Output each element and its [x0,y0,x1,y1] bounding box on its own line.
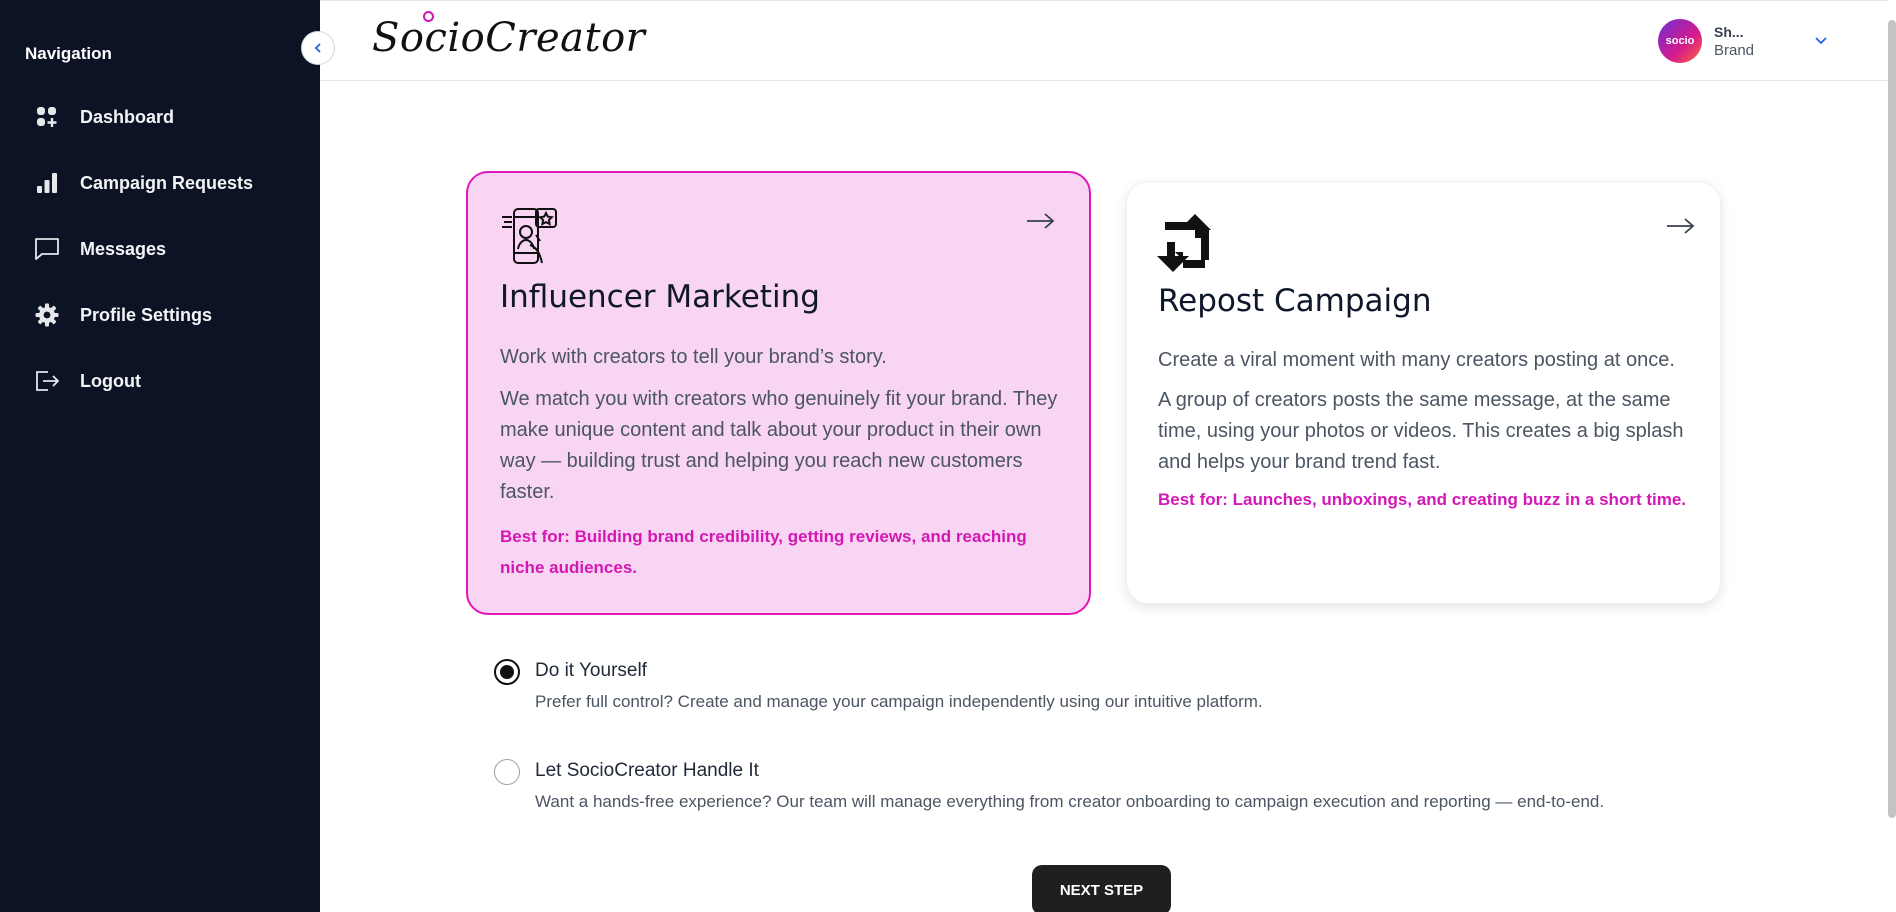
sidebar-collapse-button[interactable] [301,31,335,65]
sidebar-item-dashboard[interactable]: Dashboard [0,84,320,150]
user-info: Sh... Brand [1714,24,1754,59]
sidebar-item-messages[interactable]: Messages [0,216,320,282]
sidebar-item-label: Dashboard [80,106,175,127]
sidebar-item-label: Logout [80,370,141,391]
option-description: Want a hands-free experience? Our team w… [535,792,1605,811]
card-description: We match you with creators who genuinely… [500,388,1058,503]
sidebar-item-logout[interactable]: Logout [0,348,320,414]
radio-do-it-yourself[interactable] [494,659,520,685]
radio-let-sociocreator-handle-it[interactable] [494,759,520,785]
socio-creator-logo[interactable]: SocioCreator [372,15,645,61]
repost-campaign-card[interactable]: Repost Campaign Create a viral moment wi… [1126,181,1721,604]
top-header: SocioCreator socio Sh... Brand [320,0,1888,81]
sidebar-item-campaign-requests[interactable]: Campaign Requests [0,150,320,216]
card-subtitle: Create a viral moment with many creators… [1158,349,1675,371]
user-role: Brand [1714,41,1755,59]
card-title: Repost Campaign [1158,283,1432,319]
option-description: Prefer full control? Create and manage y… [535,692,1263,711]
gear-icon [33,301,61,329]
sidebar-item-label: Messages [80,238,167,259]
option-title: Do it Yourself [535,660,647,681]
user-menu[interactable]: socio Sh... Brand [1658,19,1754,63]
user-name: Sh... [1714,23,1744,40]
influencer-phone-icon [500,205,560,272]
card-best-for: Best for: Launches, unboxings, and creat… [1158,490,1687,509]
nav-list: Dashboard Campaign Requests Messages Pro… [0,84,320,414]
chevron-left-icon [314,43,321,53]
avatar: socio [1658,19,1702,63]
sidebar-item-label: Profile Settings [80,304,213,325]
sidebar-item-profile-settings[interactable]: Profile Settings [0,282,320,348]
logo-dot-decoration [423,11,434,22]
dashboard-icon [33,103,61,131]
logout-icon [33,367,61,395]
card-best-for: Best for: Building brand credibility, ge… [500,527,1027,577]
option-title: Let SocioCreator Handle It [535,760,759,781]
card-title: Influencer Marketing [500,279,820,315]
message-icon [33,235,61,263]
chevron-down-icon[interactable] [1814,33,1828,51]
sidebar-item-label: Campaign Requests [80,172,254,193]
card-description: A group of creators posts the same messa… [1158,389,1684,473]
nav-title: Navigation [25,44,112,63]
repost-icon [1157,212,1219,281]
page-scrollbar[interactable] [1888,20,1896,818]
arrow-right-icon[interactable] [1026,211,1056,236]
next-step-button[interactable]: NEXT STEP [1032,865,1171,912]
card-subtitle: Work with creators to tell your brand’s … [500,346,887,368]
bar-chart-icon [33,169,61,197]
sidebar: Navigation Dashboard Campaign Requests M… [0,0,320,912]
arrow-right-icon[interactable] [1666,216,1696,241]
influencer-marketing-card[interactable]: Influencer Marketing Work with creators … [466,171,1091,615]
